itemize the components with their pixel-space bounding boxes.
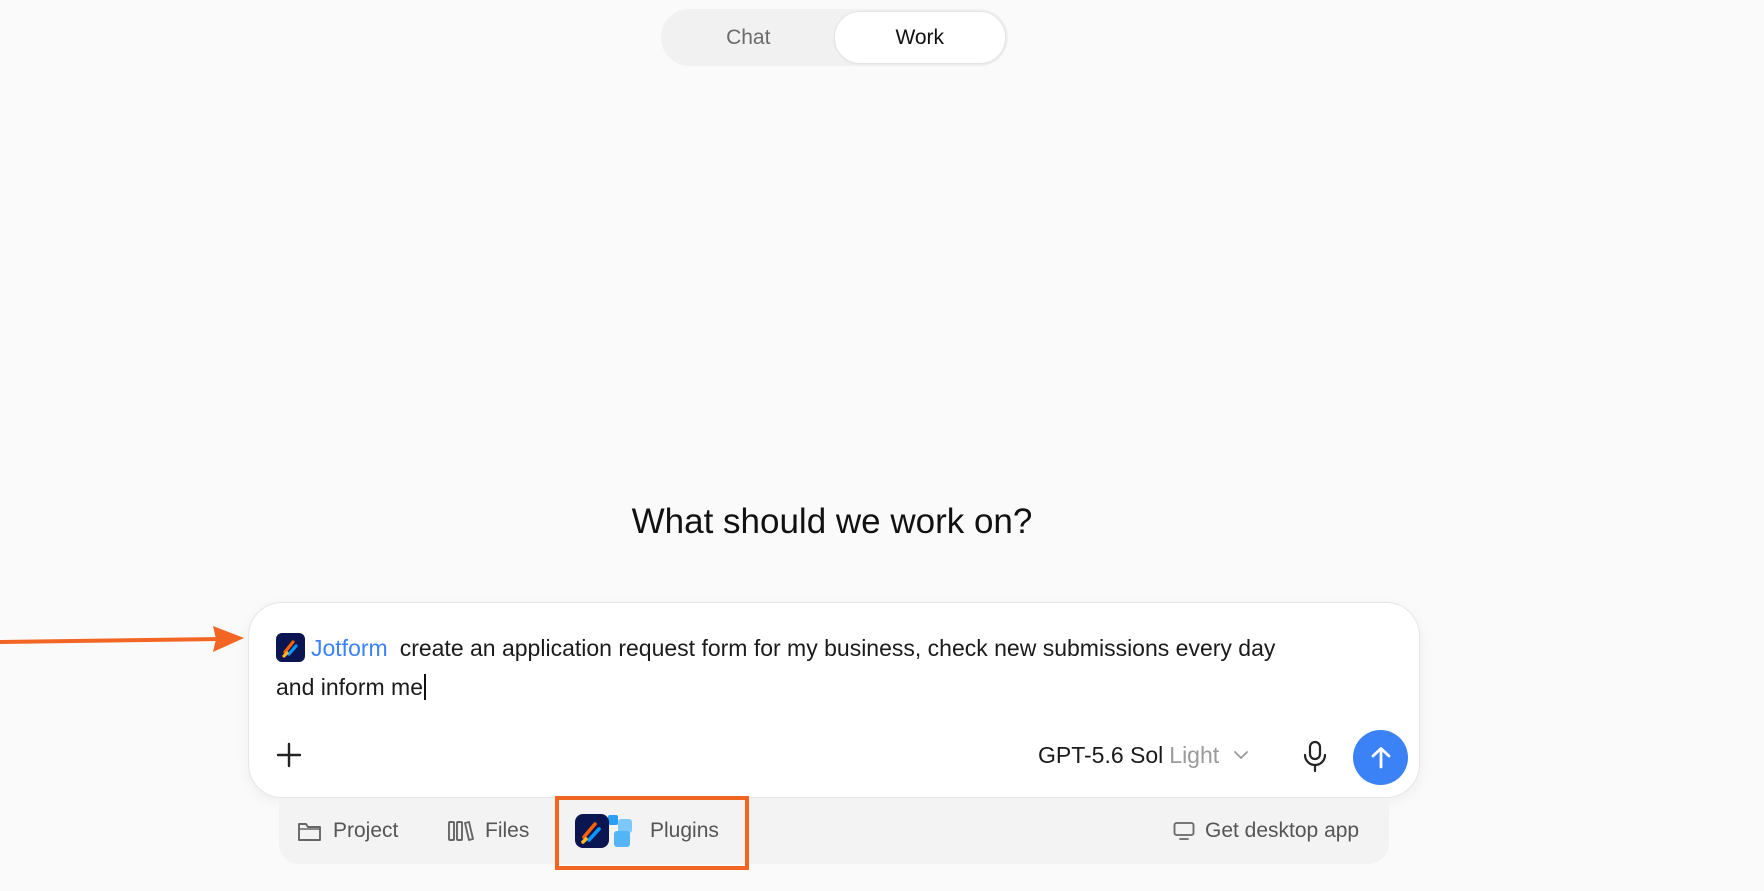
jotform-icon [276,633,305,662]
send-button[interactable] [1353,730,1408,785]
desktop-label: Get desktop app [1205,819,1360,842]
files-icon [448,821,474,841]
plus-icon [276,742,302,768]
project-button[interactable]: Project [297,798,398,864]
model-name: GPT-5.6 Sol [1038,741,1164,768]
prompt-text-line2: and inform me [276,674,424,700]
folder-icon [298,823,321,841]
mode-toggle: Chat Work [661,9,1008,66]
composer-bottom-bar: Project Files Plugins Get desktop app [279,798,1389,864]
add-button[interactable] [273,739,305,771]
get-desktop-app-button[interactable]: Get desktop app [1173,798,1359,864]
files-button[interactable]: Files [447,798,529,864]
tab-work[interactable]: Work [833,11,1006,64]
mention-tag[interactable]: Jotform [311,635,388,661]
microphone-button[interactable] [1298,738,1332,774]
prompt-input[interactable]: Jotform create an application request for… [276,629,1386,707]
plugins-highlight-box [555,796,749,870]
annotation-arrow-icon [0,626,244,652]
model-mode: Light [1169,741,1220,768]
project-label: Project [333,819,399,842]
files-label: Files [485,819,530,842]
tab-chat[interactable]: Chat [663,11,834,64]
composer: Jotform create an application request for… [248,602,1420,798]
monitor-icon [1173,822,1195,840]
prompt-text-line1: create an application request form for m… [399,635,1276,661]
model-selector[interactable]: GPT-5.6 Sol Light [1038,738,1250,772]
text-caret [424,674,427,700]
chevron-down-icon [1234,751,1249,759]
page: Chat Work What should we work on? Jotfor… [0,0,1764,891]
microphone-icon [1303,740,1327,773]
arrow-up-icon [1371,746,1390,768]
page-title: What should we work on? [631,502,1033,541]
